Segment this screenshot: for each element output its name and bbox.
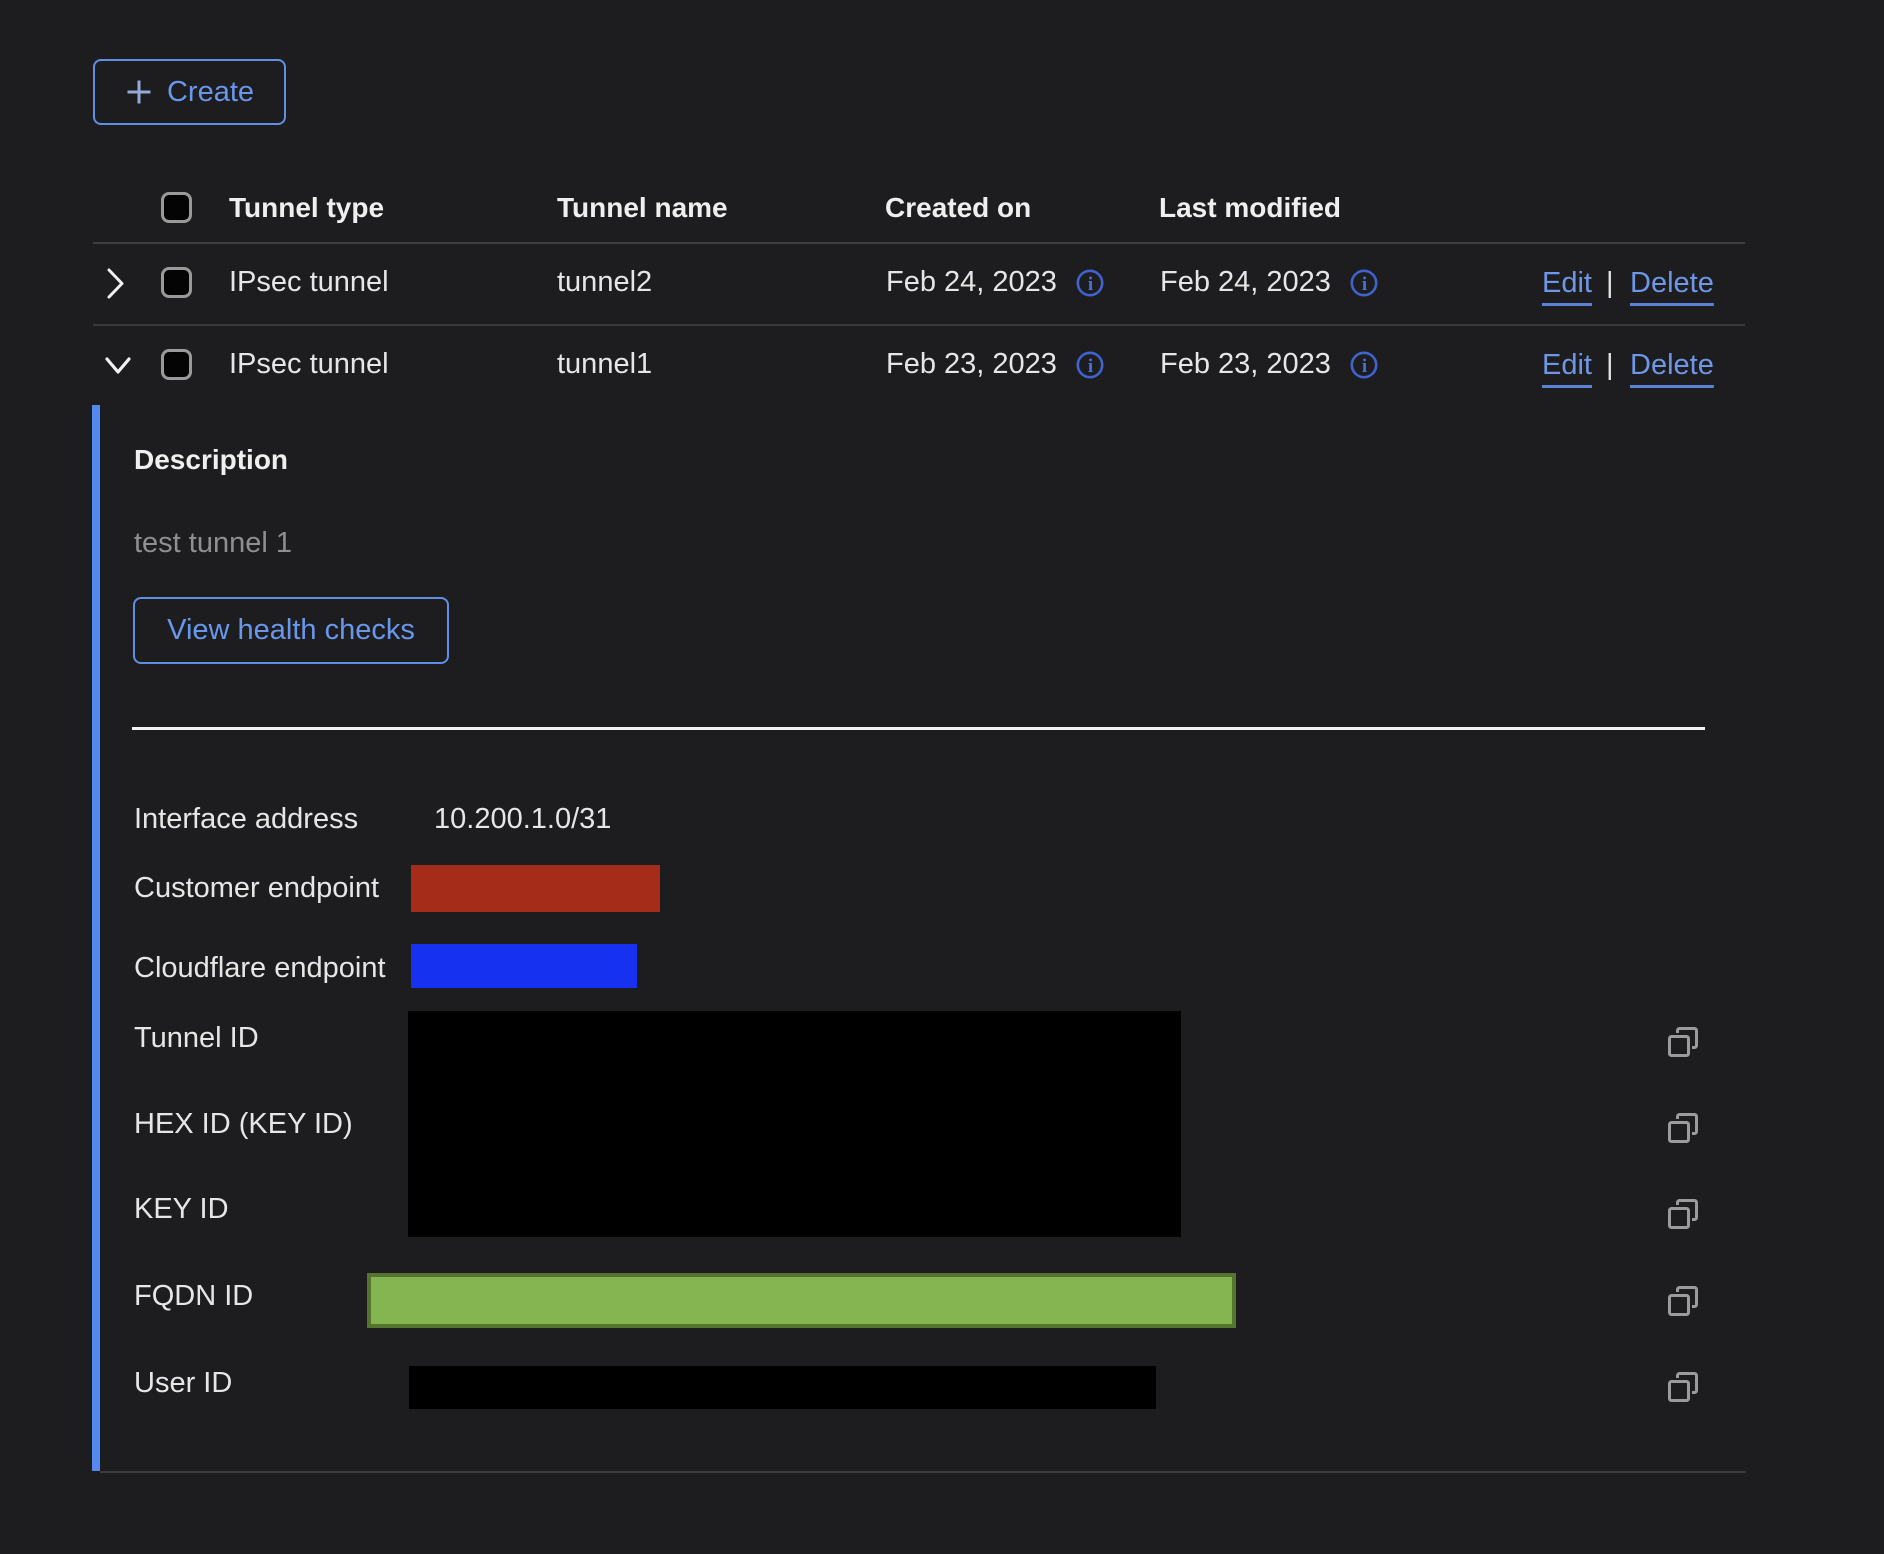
svg-text:i: i [1362, 274, 1367, 295]
svg-text:i: i [1088, 274, 1093, 295]
svg-text:i: i [1088, 356, 1093, 377]
svg-text:i: i [1362, 356, 1367, 377]
